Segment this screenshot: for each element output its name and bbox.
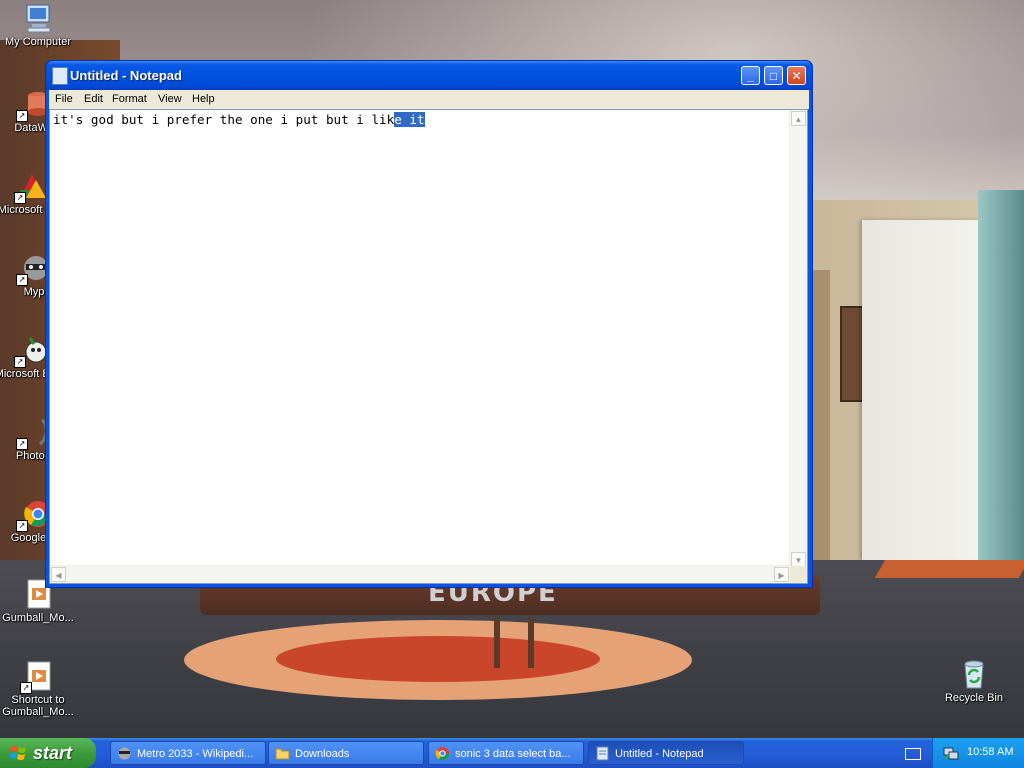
scroll-right-icon[interactable]: ▶ (774, 567, 789, 582)
taskbar-item-metro[interactable]: Metro 2033 - Wikipedi... (110, 741, 266, 765)
raccoon-icon (118, 747, 131, 760)
clock[interactable]: 10:58 AM (967, 746, 1013, 758)
shortcut-arrow-icon: ↗ (14, 192, 26, 204)
notepad-window[interactable]: Untitled - Notepad _ □ ✕ File Edit Forma… (45, 60, 813, 588)
wallpaper-table-leg (494, 618, 500, 668)
shortcut-arrow-icon: ↗ (20, 682, 32, 694)
wallpaper-fridge-door (978, 190, 1024, 560)
recycle-bin-icon (958, 658, 990, 690)
desktop: EUROPE My Computer ↗ DataWa ↗ Microsoft … (0, 0, 1024, 738)
close-button[interactable]: ✕ (787, 66, 806, 85)
taskbar-item-label: Untitled - Notepad (615, 748, 704, 760)
taskbar-item-downloads[interactable]: Downloads (268, 741, 424, 765)
menu-file[interactable]: File (55, 93, 73, 105)
minimize-button[interactable]: _ (741, 66, 760, 85)
taskbar-item-label: sonic 3 data select ba... (455, 748, 571, 760)
network-icon[interactable] (943, 745, 959, 761)
taskbar-item-sonic[interactable]: sonic 3 data select ba... (428, 741, 584, 765)
horizontal-scrollbar[interactable]: ◀ ▶ (50, 565, 790, 583)
wallpaper-fridge (862, 220, 980, 560)
start-label: start (33, 743, 73, 763)
scroll-up-icon[interactable]: ▲ (791, 111, 806, 126)
desktop-icon-my-computer[interactable]: My Computer (0, 2, 76, 48)
shortcut-arrow-icon: ↗ (16, 438, 28, 450)
selected-text: e it (394, 112, 425, 127)
notepad-icon (596, 746, 609, 761)
shortcut-arrow-icon: ↗ (16, 520, 28, 532)
visual-cpp-icon: ↗ (14, 170, 48, 204)
notepad-icon (52, 67, 68, 85)
taskbar-item-label: Metro 2033 - Wikipedi... (137, 748, 254, 760)
desktop-icon-label: Shortcut to Gumball_Mo... (2, 694, 74, 718)
keyboard-icon[interactable] (905, 748, 921, 760)
scroll-left-icon[interactable]: ◀ (51, 567, 66, 582)
wallpaper-rug-center (276, 636, 600, 682)
visual-basic-icon: ↗ (14, 334, 48, 368)
computer-icon (22, 2, 54, 34)
scroll-down-icon[interactable]: ▼ (791, 552, 806, 567)
shortcut-arrow-icon: ↗ (14, 356, 26, 368)
shortcut-arrow-icon: ↗ (16, 274, 28, 286)
vertical-scrollbar[interactable]: ▲ ▼ (789, 110, 807, 568)
chrome-icon (435, 747, 450, 761)
wallpaper-picture-frame (840, 306, 864, 402)
wallpaper-floor-stripe (874, 560, 1024, 578)
folder-icon (275, 748, 290, 760)
window-title: Untitled - Notepad (70, 68, 182, 83)
desktop-icon-label: My Computer (4, 36, 72, 48)
taskbar-item-label: Downloads (295, 748, 350, 760)
video-file-icon: ↗ (20, 660, 54, 694)
menu-format[interactable]: Format (112, 93, 147, 105)
start-button[interactable]: start (0, 738, 96, 768)
desktop-icon-shortcut-gumball[interactable]: ↗ Shortcut to Gumball_Mo... (0, 660, 76, 718)
desktop-icon-recycle-bin[interactable]: Recycle Bin (936, 658, 1012, 704)
menu-help[interactable]: Help (192, 93, 215, 105)
maximize-button[interactable]: □ (764, 66, 783, 85)
resize-grip-icon[interactable] (790, 566, 807, 583)
taskbar: start Metro 2033 - Wikipedi... Downloads… (0, 738, 1024, 768)
windows-logo-icon (10, 746, 26, 760)
text-editor[interactable]: it's god but i prefer the one i put but … (49, 109, 808, 584)
menu-view[interactable]: View (158, 93, 182, 105)
menu-bar: File Edit Format View Help (49, 90, 809, 109)
text-content: it's god but i prefer the one i put but … (53, 112, 395, 127)
shortcut-arrow-icon: ↗ (16, 110, 28, 122)
editor-content[interactable]: it's god but i prefer the one i put but … (53, 112, 425, 127)
desktop-icon-label: Gumball_Mo... (2, 612, 74, 624)
desktop-icon-label: Recycle Bin (944, 692, 1004, 704)
system-tray: 10:58 AM (932, 738, 1024, 768)
title-bar[interactable]: Untitled - Notepad _ □ ✕ (46, 61, 812, 90)
taskbar-item-notepad[interactable]: Untitled - Notepad (588, 741, 744, 765)
menu-edit[interactable]: Edit (84, 93, 103, 105)
wallpaper-table-leg (528, 618, 534, 668)
